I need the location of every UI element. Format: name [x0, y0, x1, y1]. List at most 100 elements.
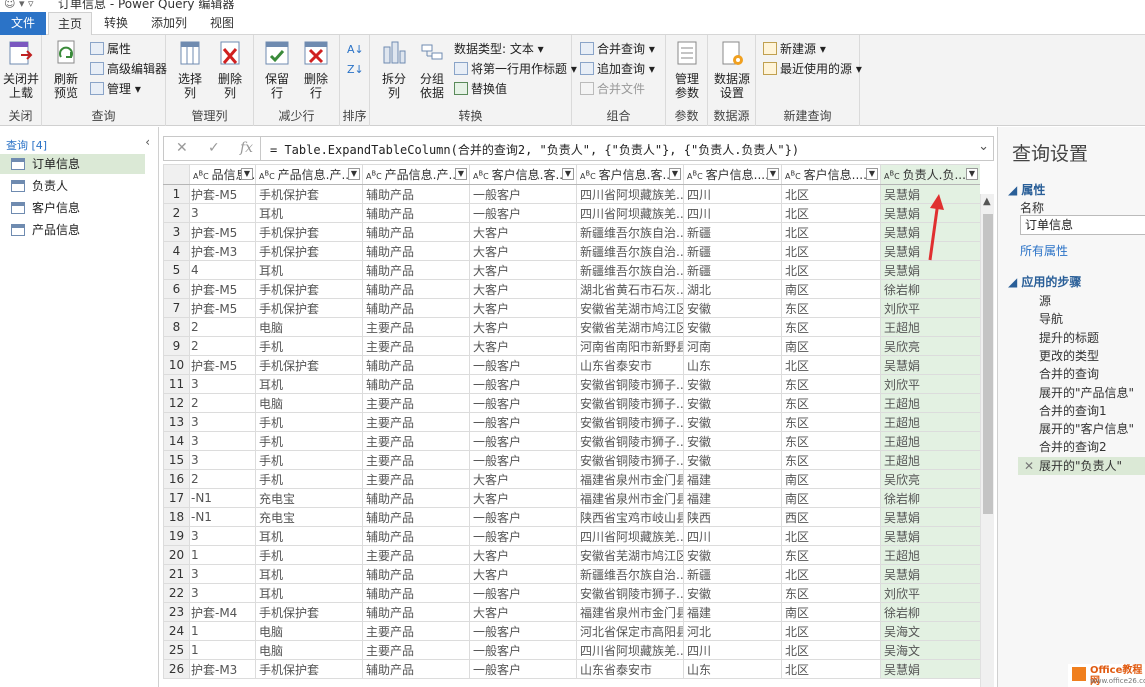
table-cell[interactable]: 大客户: [469, 469, 577, 489]
table-cell[interactable]: 一般客户: [469, 355, 577, 375]
remove-columns-button[interactable]: 删除 列: [210, 39, 250, 101]
table-cell[interactable]: 安徽: [683, 545, 782, 565]
row-number[interactable]: 10: [163, 355, 190, 375]
refresh-preview-button[interactable]: 刷新 预览: [46, 39, 86, 101]
table-cell[interactable]: 福建: [683, 488, 782, 508]
table-cell[interactable]: 主要产品: [362, 393, 470, 413]
table-row[interactable]: 21 3 耳机 辅助产品 大客户 新疆维吾尔族自治... 新疆 北区 吴慧娟: [163, 564, 980, 584]
table-cell[interactable]: 安徽省芜湖市鸠江区: [576, 545, 684, 565]
filter-dropdown-icon[interactable]: ▼: [767, 168, 779, 180]
scroll-up-icon[interactable]: ▲: [983, 196, 991, 207]
table-cell[interactable]: 手机保护套: [255, 355, 363, 375]
table-cell[interactable]: 吴慧娟: [880, 659, 980, 679]
row-number[interactable]: 21: [163, 564, 190, 584]
applied-step[interactable]: 展开的"客户信息": [1018, 420, 1145, 438]
table-cell[interactable]: 东区: [781, 393, 881, 413]
table-cell[interactable]: 福建: [683, 602, 782, 622]
table-cell[interactable]: 山东: [683, 659, 782, 679]
table-cell[interactable]: 吴欣亮: [880, 469, 980, 489]
table-cell[interactable]: 安徽: [683, 317, 782, 337]
table-cell[interactable]: 安徽: [683, 374, 782, 394]
table-cell[interactable]: 福建: [683, 469, 782, 489]
table-cell[interactable]: 大客户: [469, 279, 577, 299]
table-cell[interactable]: 安徽省铜陵市狮子...: [576, 374, 684, 394]
column-header[interactable]: ABC 客户信息.客... ▼: [469, 164, 577, 185]
table-cell[interactable]: 3: [189, 374, 256, 394]
table-cell[interactable]: 一般客户: [469, 621, 577, 641]
table-row[interactable]: 9 2 手机 主要产品 大客户 河南省南阳市新野县 河南 南区 吴欣亮: [163, 336, 980, 356]
row-number[interactable]: 8: [163, 317, 190, 337]
table-cell[interactable]: 安徽: [683, 583, 782, 603]
table-cell[interactable]: 护套-M5: [189, 279, 256, 299]
table-cell[interactable]: 刘欣平: [880, 374, 980, 394]
tab-file[interactable]: 文件: [0, 12, 46, 35]
table-row[interactable]: 6 护套-M5 手机保护套 辅助产品 大客户 湖北省黄石市石灰... 湖北 南区 徐岩柳: [163, 279, 980, 299]
table-cell[interactable]: 福建省泉州市金门县: [576, 488, 684, 508]
table-cell[interactable]: 刘欣平: [880, 298, 980, 318]
data-source-settings-button[interactable]: 数据源 设置: [712, 39, 752, 101]
table-cell[interactable]: 北区: [781, 355, 881, 375]
table-row[interactable]: 15 3 手机 主要产品 一般客户 安徽省铜陵市狮子... 安徽 东区 王超旭: [163, 450, 980, 470]
table-cell[interactable]: 辅助产品: [362, 583, 470, 603]
table-cell[interactable]: 四川省阿坝藏族羌...: [576, 184, 684, 204]
table-cell[interactable]: 一般客户: [469, 374, 577, 394]
table-cell[interactable]: 辅助产品: [362, 184, 470, 204]
table-cell[interactable]: 手机: [255, 336, 363, 356]
delete-step-icon[interactable]: ✕: [1024, 457, 1034, 475]
table-cell[interactable]: 3: [189, 526, 256, 546]
row-number[interactable]: 17: [163, 488, 190, 508]
column-header[interactable]: ABC 客户信息.... ▼: [683, 164, 782, 185]
combine-files-button[interactable]: 合并文件: [580, 80, 645, 98]
column-header[interactable]: ABC 负责人.负... ▼: [880, 164, 980, 185]
cancel-icon[interactable]: ✕: [176, 140, 188, 156]
column-header[interactable]: ABC 客户信息.客... ▼: [576, 164, 684, 185]
table-cell[interactable]: 东区: [781, 583, 881, 603]
table-cell[interactable]: 福建省泉州市金门县: [576, 469, 684, 489]
table-cell[interactable]: 新疆: [683, 260, 782, 280]
table-cell[interactable]: 3: [189, 564, 256, 584]
table-cell[interactable]: 四川省阿坝藏族羌...: [576, 526, 684, 546]
table-cell[interactable]: 辅助产品: [362, 564, 470, 584]
row-number[interactable]: 23: [163, 602, 190, 622]
row-number[interactable]: 6: [163, 279, 190, 299]
row-number[interactable]: 9: [163, 336, 190, 356]
advanced-editor-button[interactable]: 高级编辑器: [90, 60, 167, 78]
table-cell[interactable]: 充电宝: [255, 488, 363, 508]
table-cell[interactable]: 辅助产品: [362, 526, 470, 546]
table-cell[interactable]: 新疆维吾尔族自治...: [576, 241, 684, 261]
table-cell[interactable]: 吴慧娟: [880, 526, 980, 546]
table-cell[interactable]: 王超旭: [880, 545, 980, 565]
row-number[interactable]: 26: [163, 659, 190, 679]
table-cell[interactable]: 一般客户: [469, 412, 577, 432]
table-cell[interactable]: 手机保护套: [255, 222, 363, 242]
table-cell[interactable]: 东区: [781, 374, 881, 394]
confirm-icon[interactable]: ✓: [208, 140, 220, 156]
row-number[interactable]: 11: [163, 374, 190, 394]
row-number[interactable]: 1: [163, 184, 190, 204]
column-header[interactable]: ABC 产品信息.产... ▼: [362, 164, 470, 185]
table-cell[interactable]: 西区: [781, 507, 881, 527]
table-row[interactable]: 4 护套-M3 手机保护套 辅助产品 大客户 新疆维吾尔族自治... 新疆 北区 吴慧娟: [163, 241, 980, 261]
table-cell[interactable]: -N1: [189, 488, 256, 508]
table-cell[interactable]: 安徽省铜陵市狮子...: [576, 412, 684, 432]
row-number[interactable]: 15: [163, 450, 190, 470]
table-cell[interactable]: 吴慧娟: [880, 355, 980, 375]
table-cell[interactable]: 北区: [781, 564, 881, 584]
table-cell[interactable]: 护套-M5: [189, 184, 256, 204]
table-cell[interactable]: 充电宝: [255, 507, 363, 527]
table-cell[interactable]: 耳机: [255, 260, 363, 280]
table-cell[interactable]: 南区: [781, 488, 881, 508]
table-cell[interactable]: 山东省泰安市: [576, 355, 684, 375]
fx-icon[interactable]: fx: [240, 140, 253, 156]
table-cell[interactable]: 山东省泰安市: [576, 659, 684, 679]
table-cell[interactable]: 陕西省宝鸡市岐山县: [576, 507, 684, 527]
table-row[interactable]: 18 -N1 充电宝 辅助产品 一般客户 陕西省宝鸡市岐山县 陕西 西区 吴慧娟: [163, 507, 980, 527]
table-cell[interactable]: 辅助产品: [362, 279, 470, 299]
table-cell[interactable]: 安徽: [683, 450, 782, 470]
table-cell[interactable]: 新疆维吾尔族自治...: [576, 564, 684, 584]
table-cell[interactable]: 大客户: [469, 564, 577, 584]
table-cell[interactable]: 主要产品: [362, 621, 470, 641]
table-cell[interactable]: 南区: [781, 469, 881, 489]
table-cell[interactable]: 大客户: [469, 545, 577, 565]
table-cell[interactable]: 2: [189, 317, 256, 337]
